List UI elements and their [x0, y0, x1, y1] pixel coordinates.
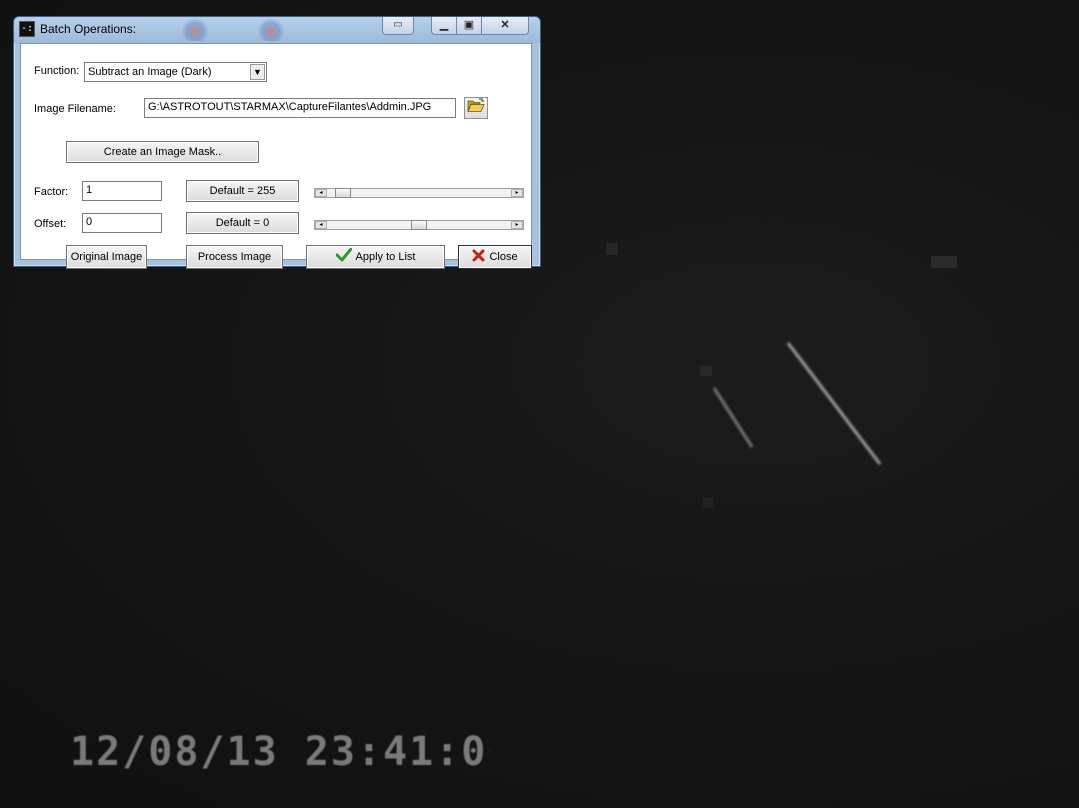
- browse-folder-button[interactable]: [464, 97, 488, 119]
- apply-to-list-button[interactable]: Apply to List: [306, 245, 445, 269]
- function-label: Function:: [34, 65, 80, 77]
- hot-pixel: [931, 256, 957, 268]
- slider-right-arrow-icon[interactable]: ▸: [511, 189, 523, 197]
- maximize-button[interactable]: ▣: [457, 17, 482, 35]
- function-selected-value: Subtract an Image (Dark): [88, 66, 212, 78]
- hot-pixel: [703, 498, 713, 508]
- checkmark-icon: [335, 247, 353, 262]
- offset-label: Offset:: [34, 218, 67, 230]
- function-dropdown[interactable]: Subtract an Image (Dark) ▼: [84, 62, 267, 82]
- create-image-mask-button[interactable]: Create an Image Mask..: [66, 141, 259, 163]
- factor-input[interactable]: 1: [82, 181, 162, 201]
- offset-default-button[interactable]: Default = 0: [186, 212, 299, 234]
- slider-left-arrow-icon[interactable]: ◂: [315, 189, 327, 197]
- dialog-client-area: Function: Subtract an Image (Dark) ▼ Ima…: [20, 43, 532, 269]
- background-app-icon: [182, 17, 208, 41]
- open-folder-icon: [467, 98, 485, 112]
- meteor-trail-2: [712, 387, 754, 448]
- hot-pixel: [700, 366, 712, 376]
- close-x-icon: [472, 249, 485, 262]
- slider-left-arrow-icon[interactable]: ◂: [315, 221, 327, 229]
- close-button[interactable]: Close: [458, 245, 532, 269]
- factor-slider-thumb[interactable]: [335, 188, 351, 198]
- factor-label: Factor:: [34, 186, 69, 198]
- image-filename-input[interactable]: G:\ASTROTOUT\STARMAX\CaptureFilantes\Add…: [144, 98, 456, 118]
- offset-slider-thumb[interactable]: [411, 220, 427, 230]
- title-bar[interactable]: -: Batch Operations: ▭ ▁ ▣ ✕: [14, 17, 540, 43]
- window-close-button[interactable]: ✕: [482, 17, 529, 35]
- image-filename-label: Image Filename:: [34, 103, 116, 115]
- offset-slider[interactable]: ◂ ▸: [314, 220, 524, 230]
- process-image-button[interactable]: Process Image: [186, 245, 283, 269]
- factor-slider[interactable]: ◂ ▸: [314, 188, 524, 198]
- factor-default-button[interactable]: Default = 255: [186, 180, 299, 202]
- minimize-button[interactable]: ▁: [431, 17, 457, 35]
- timestamp-overlay: 12/08/13 23:41:00 000.7: [70, 729, 490, 775]
- batch-operations-dialog: -: Batch Operations: ▭ ▁ ▣ ✕ Function: S…: [13, 16, 541, 269]
- caption-buttons: ▁ ▣ ✕: [431, 17, 529, 35]
- meteor-trail-1: [786, 342, 882, 465]
- slider-right-arrow-icon[interactable]: ▸: [511, 221, 523, 229]
- restore-window-icon[interactable]: ▭: [382, 17, 414, 35]
- dialog-title: Batch Operations:: [40, 22, 137, 36]
- original-image-button[interactable]: Original Image: [66, 245, 147, 269]
- chevron-down-icon[interactable]: ▼: [250, 64, 265, 80]
- background-app-icon: [258, 17, 284, 41]
- hot-pixel: [606, 243, 618, 255]
- console-icon[interactable]: -:: [19, 21, 35, 37]
- offset-input[interactable]: 0: [82, 213, 162, 233]
